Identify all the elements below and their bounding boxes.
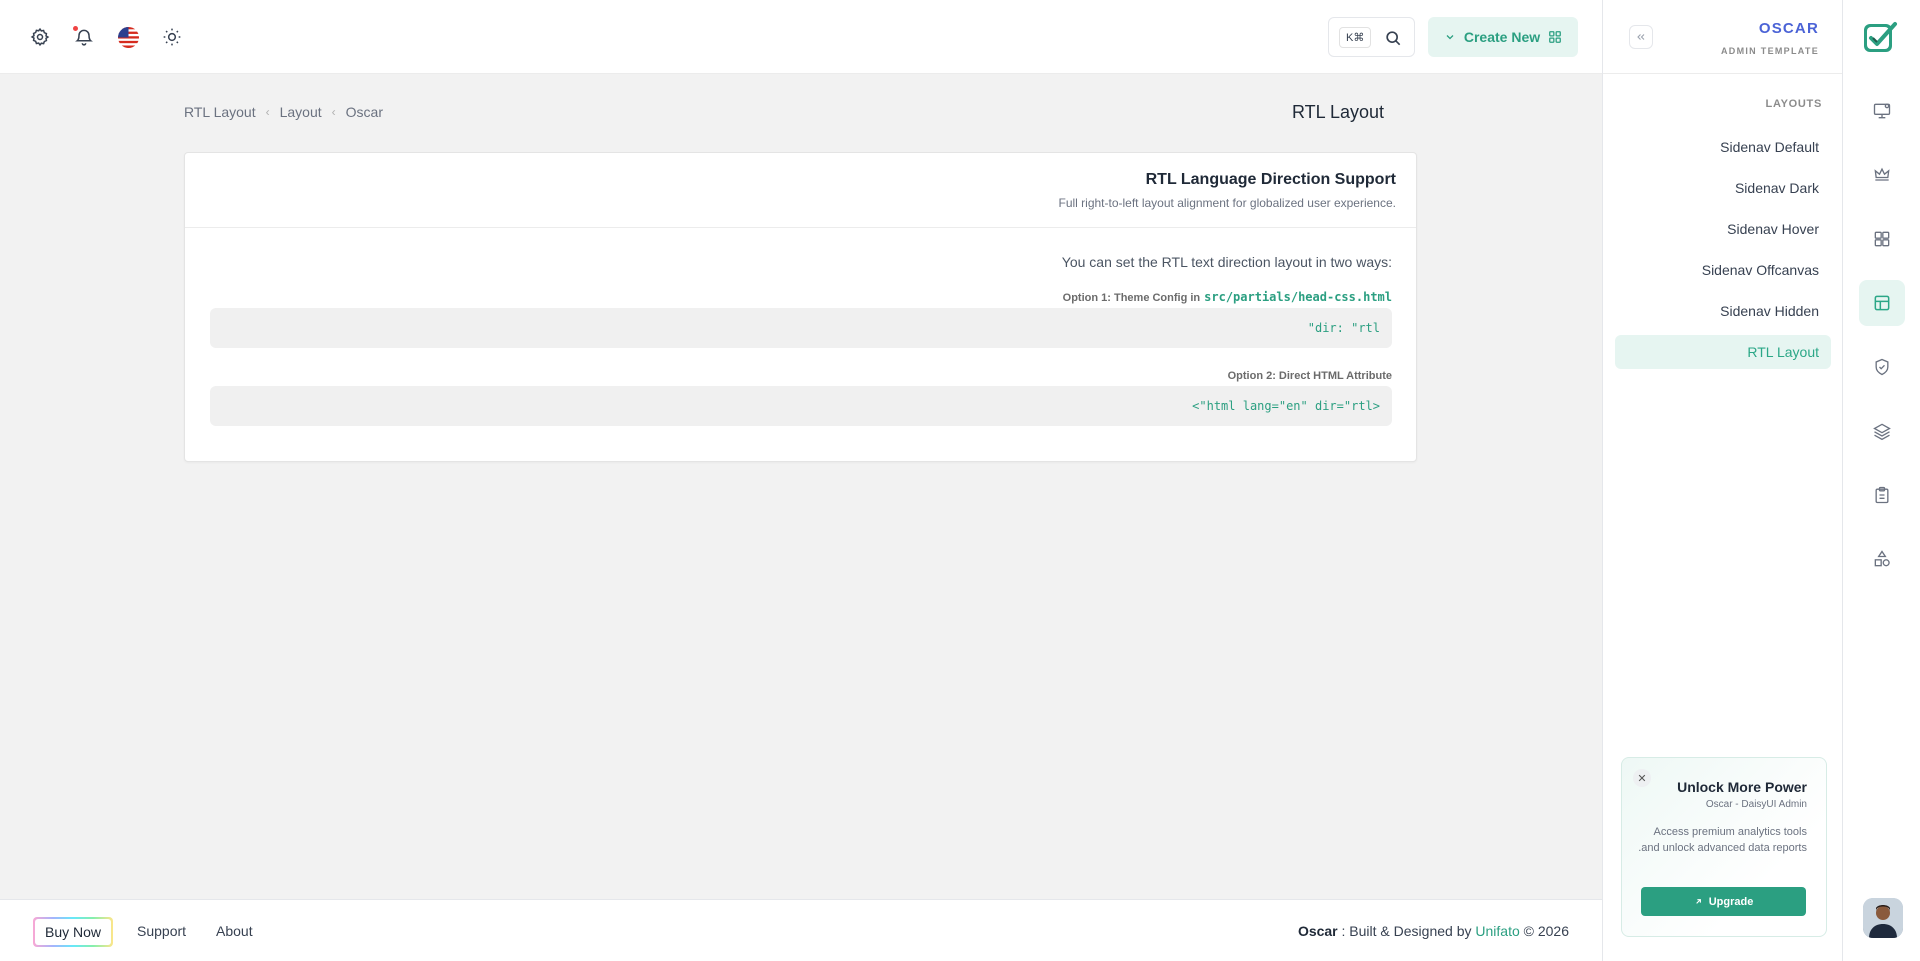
settings-icon[interactable] (29, 26, 51, 48)
chevron-left-icon: ‹ (265, 105, 270, 119)
footer: Buy Now Support About Oscar : Built & De… (0, 899, 1602, 961)
sidebar-item-label: Sidenav Default (1720, 139, 1819, 155)
option-1-path: src/partials/head-css.html (1204, 290, 1392, 304)
sidebar-brand: OSCAR ADMIN TEMPLATE (1603, 0, 1843, 74)
sidebar-item-label: Sidenav Hidden (1720, 303, 1819, 319)
copyright-year: © 2026 (1523, 923, 1569, 939)
search-bar[interactable]: K⌘ (1328, 17, 1415, 57)
create-new-button[interactable]: Create New (1428, 17, 1578, 57)
footer-brand: Oscar (1297, 923, 1338, 939)
shield-check-icon[interactable] (1859, 344, 1905, 390)
monitor-icon[interactable] (1859, 88, 1905, 134)
sidebar-item-sidenav-hover[interactable]: Sidenav Hover (1615, 212, 1831, 246)
app-logo[interactable] (1862, 20, 1898, 56)
upgrade-button[interactable]: Upgrade (1641, 887, 1806, 916)
bell-icon[interactable] (73, 26, 95, 48)
card-intro: You can set the RTL text direction layou… (1061, 254, 1392, 270)
grid-icon (1548, 30, 1562, 44)
sidebar-item-sidenav-default[interactable]: Sidenav Default (1615, 130, 1831, 164)
sidebar-item-rtl-layout[interactable]: RTL Layout (1615, 335, 1831, 369)
unifato-link[interactable]: Unifato (1475, 923, 1519, 939)
chevrons-left-icon (1635, 31, 1647, 43)
layers-icon[interactable] (1859, 408, 1905, 454)
breadcrumb-item[interactable]: RTL Layout (184, 104, 256, 120)
create-new-label: Create New (1463, 29, 1541, 45)
collapse-sidebar-button[interactable] (1629, 25, 1653, 49)
arrow-up-right-icon (1694, 897, 1703, 906)
sidebar: OSCAR ADMIN TEMPLATE LAYOUTS Sidenav Def… (1602, 0, 1843, 961)
breadcrumb: RTL Layout ‹ Layout ‹ Oscar (184, 104, 383, 120)
code-text: "dir: "rtl (1307, 321, 1380, 335)
layout-icon[interactable] (1859, 280, 1905, 326)
about-link[interactable]: About (216, 923, 253, 939)
sidebar-item-sidenav-dark[interactable]: Sidenav Dark (1615, 171, 1831, 205)
sidebar-item-label: Sidenav Hover (1727, 221, 1819, 237)
promo-subtitle: Oscar - DaisyUI Admin (1705, 799, 1807, 810)
option-1-label: Option 1: Theme Config in src/partials/h… (1063, 290, 1392, 304)
chevron-down-icon (1444, 31, 1456, 43)
us-flag-icon[interactable] (117, 26, 139, 48)
sidebar-item-label: Sidenav Offcanvas (1701, 262, 1819, 278)
promo-description: Access premium analytics tools and unloc… (1638, 826, 1807, 854)
support-link[interactable]: Support (137, 923, 186, 939)
brand-subtitle: ADMIN TEMPLATE (1720, 46, 1819, 56)
clipboard-icon[interactable] (1859, 472, 1905, 518)
close-icon[interactable]: ✕ (1633, 769, 1651, 787)
crown-icon[interactable] (1859, 152, 1905, 198)
section-heading: LAYOUTS (1765, 98, 1822, 110)
buy-now-button[interactable]: Buy Now (33, 917, 113, 947)
option-2-label: Option 2: Direct HTML Attribute (1228, 370, 1392, 382)
breadcrumb-item[interactable]: Oscar (346, 104, 383, 120)
breadcrumb-item[interactable]: Layout (280, 104, 322, 120)
page-title: RTL Layout (1291, 102, 1384, 122)
search-icon[interactable] (1383, 28, 1403, 48)
card-title: RTL Language Direction Support (1145, 171, 1396, 188)
sidebar-item-sidenav-hidden[interactable]: Sidenav Hidden (1615, 294, 1831, 328)
card-subtitle: Full right-to-left layout alignment for … (1058, 196, 1396, 210)
card-header: RTL Language Direction Support Full righ… (185, 153, 1416, 228)
sidebar-item-sidenav-offcanvas[interactable]: Sidenav Offcanvas (1615, 253, 1831, 287)
upgrade-promo-card: ✕ Unlock More Power Oscar - DaisyUI Admi… (1621, 757, 1827, 937)
top-bar: K⌘ Create New (0, 0, 1602, 74)
sidebar-item-label: RTL Layout (1747, 344, 1819, 360)
notification-dot (73, 26, 78, 31)
rtl-support-card: RTL Language Direction Support Full righ… (184, 152, 1417, 462)
promo-title: Unlock More Power (1677, 779, 1807, 795)
code-block-2: <"html lang="en" dir="rtl> (210, 386, 1392, 426)
icon-rail (1842, 0, 1920, 961)
sun-icon[interactable] (161, 26, 183, 48)
footer-credit: Oscar : Built & Designed by Unifato © 20… (1298, 923, 1569, 939)
sidebar-item-label: Sidenav Dark (1734, 180, 1819, 196)
upgrade-label: Upgrade (1708, 895, 1754, 908)
code-text: <"html lang="en" dir="rtl> (1192, 399, 1380, 413)
credit-text: : Built & Designed by (1337, 923, 1476, 939)
buy-now-label: Buy Now (35, 919, 111, 945)
apps-icon[interactable] (1859, 216, 1905, 262)
chevron-left-icon: ‹ (331, 105, 336, 119)
brand-name: OSCAR (1758, 20, 1819, 37)
code-block-1: "dir: "rtl (210, 308, 1392, 348)
option-1-text: Option 1: Theme Config in (1062, 292, 1201, 304)
option-2-text: Option 2: Direct HTML Attribute (1227, 370, 1392, 382)
shapes-icon[interactable] (1859, 536, 1905, 582)
avatar[interactable] (1863, 898, 1903, 938)
shortcut-key: K⌘ (1339, 27, 1372, 48)
